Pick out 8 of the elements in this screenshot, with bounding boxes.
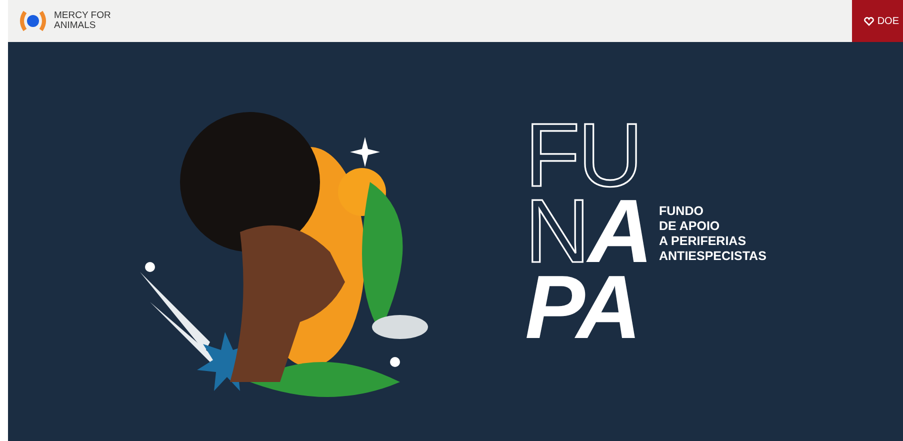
brand-name[interactable]: MERCY FOR ANIMALS [54, 11, 111, 31]
heart-icon [864, 16, 874, 26]
logo-letters: PA [525, 270, 640, 346]
logo-letters: FU [525, 118, 641, 194]
donate-button[interactable]: DOE [852, 0, 903, 42]
tagline: FUNDO DE APOIO A PERIFERIAS ANTIESPECISTAS [659, 204, 766, 264]
logo-icon [18, 10, 48, 32]
logo-letters: A [588, 194, 651, 270]
